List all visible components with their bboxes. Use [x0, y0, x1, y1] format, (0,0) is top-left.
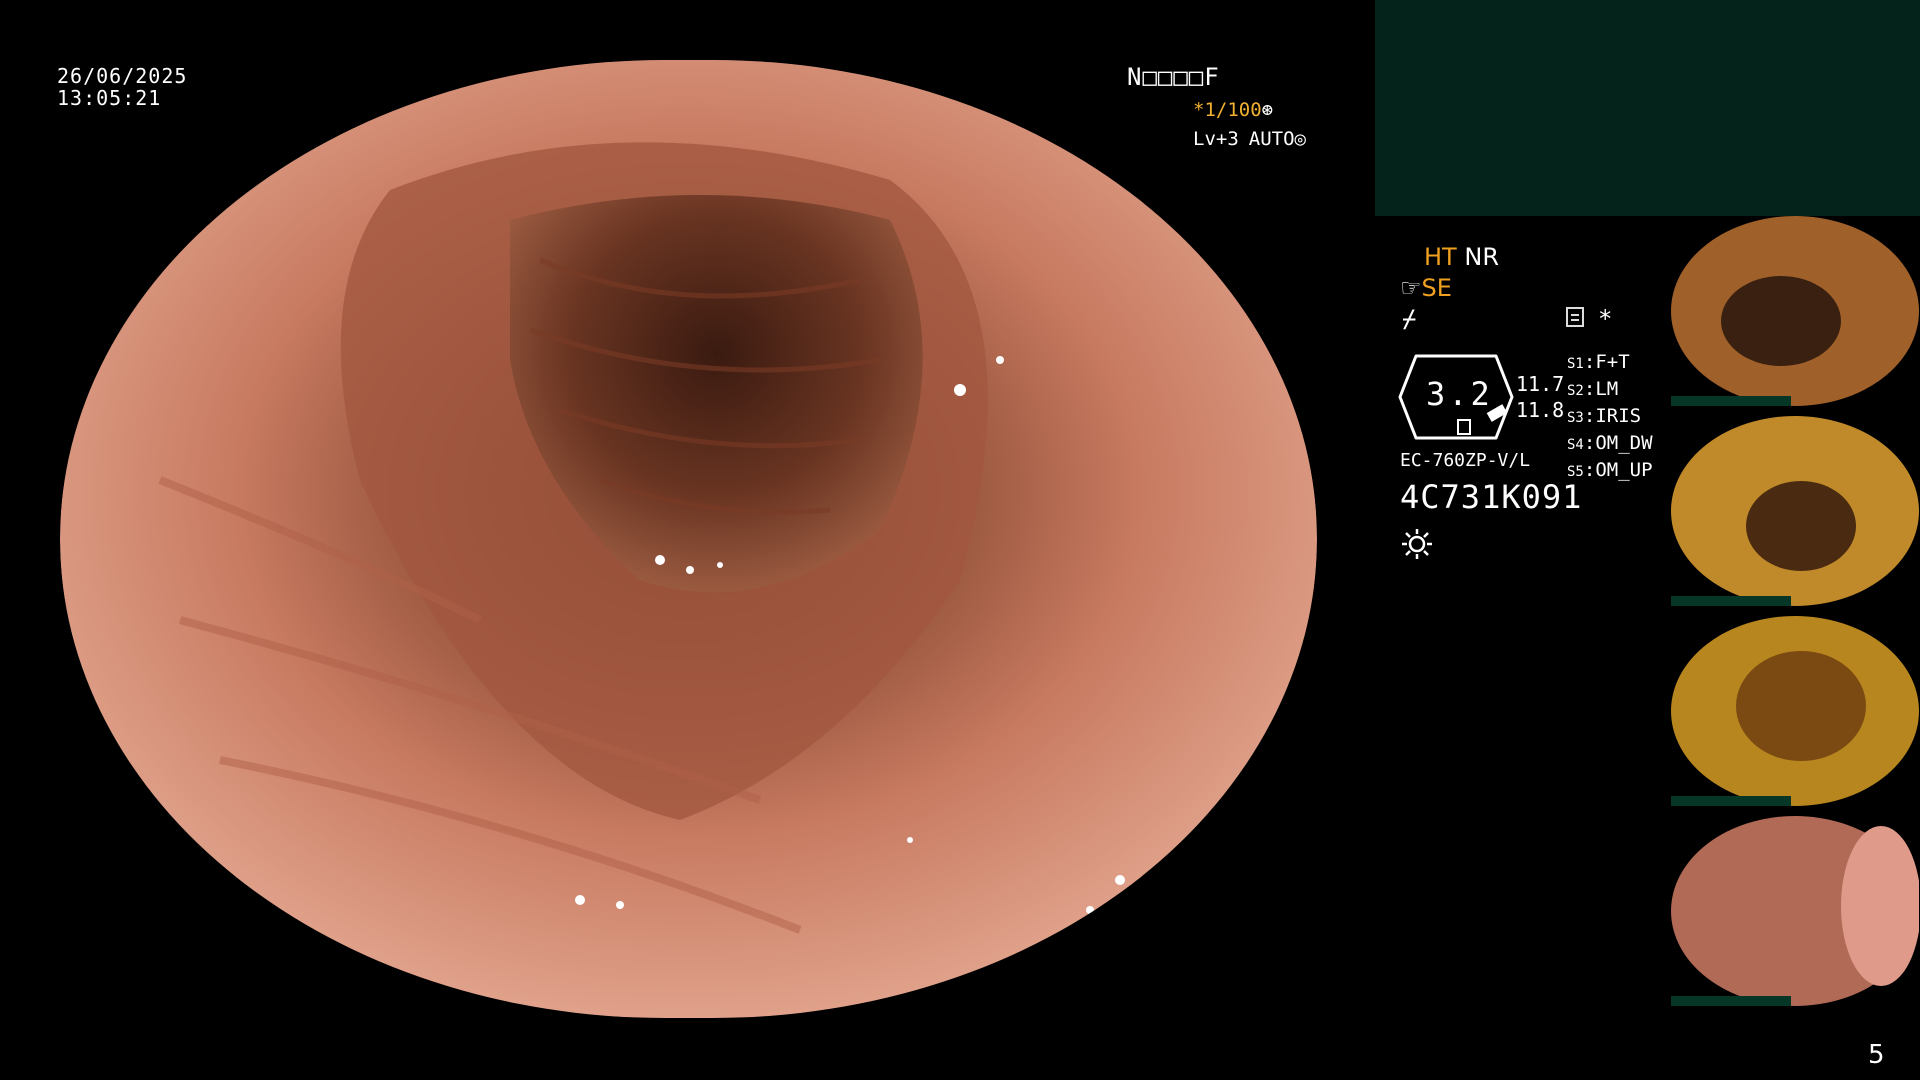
- capture-thumbnail[interactable]: [1671, 216, 1919, 406]
- scope-value: 3.2: [1426, 375, 1493, 413]
- ht-text: HT: [1424, 243, 1457, 271]
- thumb-footer: [1671, 796, 1791, 806]
- endoscope-main-view: [60, 60, 1317, 1018]
- thumb-footer: [1671, 596, 1791, 606]
- shutter-text: *1/100: [1193, 99, 1262, 121]
- settings-list: S1:F+T S2:LM S3:IRIS S4:OM_DW S5:OM_UP: [1567, 350, 1653, 485]
- hand-icon: ☞: [1400, 274, 1422, 302]
- level-readout: Lv+3 AUTO◎: [1193, 128, 1306, 150]
- freeze-icon: ⌿: [1402, 305, 1417, 333]
- thumb-footer: [1671, 996, 1791, 1006]
- se-text: SE: [1421, 274, 1452, 302]
- page-number: 5: [1868, 1040, 1885, 1070]
- document-icon: [1566, 307, 1584, 327]
- capture-thumbnail[interactable]: [1671, 616, 1919, 806]
- date-text: 26/06/2025: [57, 64, 188, 88]
- auto-mode-icon: ◎: [1294, 128, 1306, 150]
- asterisk-icon: *: [1598, 305, 1613, 333]
- time-text: 13:05:21: [57, 86, 162, 110]
- ht-nr-indicator: HT NR: [1424, 243, 1499, 271]
- capture-thumbnail[interactable]: [1671, 416, 1919, 606]
- light-icon: [1402, 529, 1432, 559]
- setting-s2: S2:LM: [1567, 378, 1619, 400]
- setting-s4: S4:OM_DW: [1567, 432, 1653, 454]
- setting-s1: S1:F+T: [1567, 351, 1630, 373]
- capture-thumbnail[interactable]: [1671, 816, 1919, 1006]
- setting-s5: S5:OM_UP: [1567, 459, 1653, 481]
- thumb-footer: [1671, 396, 1791, 406]
- scope-serial: 4C731K091: [1400, 478, 1583, 516]
- timestamp: 26/06/2025 13:05:21: [57, 65, 187, 109]
- level-text: Lv+3: [1193, 128, 1239, 150]
- shutter-readout: *1/100⊛: [1193, 99, 1273, 121]
- reading-a: 11.7: [1516, 372, 1565, 396]
- osd-code: N□□□□F: [1127, 63, 1220, 91]
- setting-s3: S3:IRIS: [1567, 405, 1642, 427]
- scope-model: EC-760ZP-V/L: [1400, 450, 1531, 471]
- dark-status-panel: [1375, 0, 1920, 216]
- aperture-icon: ⊛: [1261, 99, 1274, 121]
- reading-b: 11.8: [1516, 398, 1565, 422]
- nr-text: NR: [1464, 243, 1499, 271]
- se-indicator: ☞SE: [1400, 274, 1452, 302]
- auto-text: AUTO: [1248, 128, 1295, 150]
